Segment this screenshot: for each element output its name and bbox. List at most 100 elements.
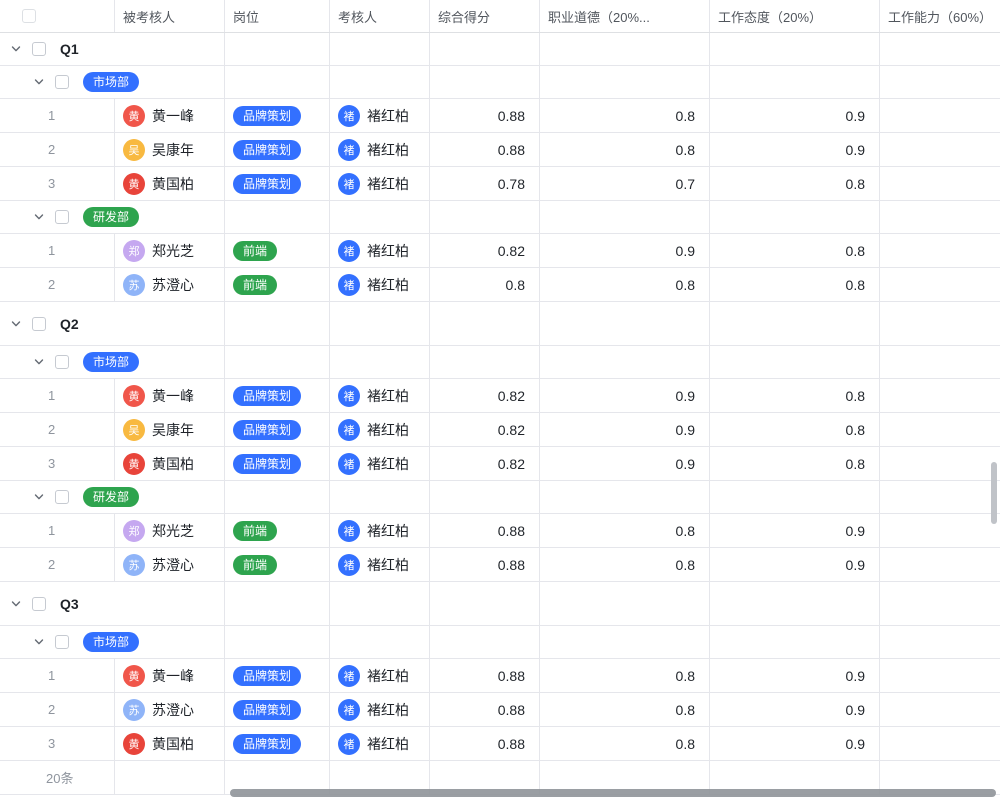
chevron-down-icon[interactable]	[33, 491, 45, 503]
position-cell: 品牌策划	[225, 693, 330, 726]
row-checkbox[interactable]	[32, 42, 46, 56]
row-index-cell: 1	[0, 514, 115, 547]
table-row[interactable]: 1郑郑光芝前端褚褚红柏0.880.80.9	[0, 514, 1000, 548]
empty-cell	[540, 33, 710, 65]
chevron-down-icon[interactable]	[10, 318, 22, 330]
ability-cell	[880, 167, 1000, 200]
row-checkbox[interactable]	[32, 317, 46, 331]
assessee-cell: 苏苏澄心	[115, 693, 225, 726]
row-index: 1	[8, 243, 55, 258]
table-row[interactable]: 2吴吴康年品牌策划褚褚红柏0.820.90.8	[0, 413, 1000, 447]
group-cell: 市场部	[0, 346, 225, 378]
empty-cell	[225, 66, 330, 98]
table-row[interactable]: 3黄黄国柏品牌策划褚褚红柏0.820.90.8	[0, 447, 1000, 481]
header-cell-score[interactable]: 综合得分	[430, 0, 540, 32]
table-row[interactable]: 2吴吴康年品牌策划褚褚红柏0.880.80.9	[0, 133, 1000, 167]
empty-cell	[225, 33, 330, 65]
row-index-cell: 2	[0, 133, 115, 166]
header-cell-ability[interactable]: 工作能力（60%）	[880, 0, 1000, 32]
empty-cell	[330, 302, 430, 345]
assessor-name: 褚红柏	[367, 734, 409, 754]
row-checkbox[interactable]	[55, 210, 69, 224]
chevron-down-icon[interactable]	[33, 636, 45, 648]
assessor-name: 褚红柏	[367, 140, 409, 160]
assessee-cell: 黄黄一峰	[115, 99, 225, 132]
header-cell-position[interactable]: 岗位	[225, 0, 330, 32]
score-cell: 0.88	[430, 693, 540, 726]
row-checkbox[interactable]	[55, 75, 69, 89]
assessee-name: 黄一峰	[152, 666, 194, 686]
position-badge: 前端	[233, 555, 277, 575]
assessee-cell: 黄黄国柏	[115, 447, 225, 480]
empty-cell	[710, 66, 880, 98]
attitude-cell: 0.8	[710, 413, 880, 446]
row-index-cell: 1	[0, 234, 115, 267]
table-row[interactable]: 1郑郑光芝前端褚褚红柏0.820.90.8	[0, 234, 1000, 268]
score-cell: 0.78	[430, 167, 540, 200]
empty-cell	[880, 302, 1000, 345]
avatar: 褚	[338, 274, 360, 296]
empty-cell	[880, 582, 1000, 625]
empty-cell	[225, 481, 330, 513]
chevron-down-icon[interactable]	[33, 356, 45, 368]
row-checkbox[interactable]	[55, 635, 69, 649]
position-badge: 前端	[233, 275, 277, 295]
empty-cell	[880, 66, 1000, 98]
avatar: 褚	[338, 665, 360, 687]
table-row[interactable]: 1黄黄一峰品牌策划褚褚红柏0.880.80.9	[0, 659, 1000, 693]
empty-cell	[540, 346, 710, 378]
avatar: 褚	[338, 419, 360, 441]
assessee-cell: 黄黄国柏	[115, 167, 225, 200]
chevron-down-icon[interactable]	[10, 43, 22, 55]
header-cell-ethics[interactable]: 职业道德（20%...	[540, 0, 710, 32]
column-label: 被考核人	[123, 7, 175, 26]
table-row[interactable]: 2苏苏澄心前端褚褚红柏0.880.80.9	[0, 548, 1000, 582]
row-index: 3	[8, 456, 55, 471]
ethics-cell: 0.7	[540, 167, 710, 200]
group-row-dept: 研发部	[0, 481, 1000, 514]
chevron-down-icon[interactable]	[10, 598, 22, 610]
group-cell: 市场部	[0, 66, 225, 98]
horizontal-scrollbar[interactable]	[230, 789, 996, 797]
assessee-cell: 苏苏澄心	[115, 268, 225, 301]
ability-cell	[880, 234, 1000, 267]
assessor-cell: 褚褚红柏	[330, 379, 430, 412]
chevron-down-icon[interactable]	[33, 76, 45, 88]
header-cell-attitude[interactable]: 工作态度（20%）	[710, 0, 880, 32]
empty-cell	[330, 626, 430, 658]
row-index: 1	[8, 523, 55, 538]
avatar: 褚	[338, 385, 360, 407]
row-checkbox[interactable]	[55, 490, 69, 504]
position-badge: 品牌策划	[233, 666, 301, 686]
row-index: 3	[8, 176, 55, 191]
assessor-name: 褚红柏	[367, 174, 409, 194]
header-cell-assessor[interactable]: 考核人	[330, 0, 430, 32]
header-cell-assessee[interactable]: 被考核人	[115, 0, 225, 32]
empty-cell	[330, 33, 430, 65]
row-checkbox[interactable]	[55, 355, 69, 369]
avatar: 褚	[338, 139, 360, 161]
table-row[interactable]: 1黄黄一峰品牌策划褚褚红柏0.820.90.8	[0, 379, 1000, 413]
group-row-quarter: Q2	[0, 302, 1000, 346]
group-label: Q2	[60, 316, 79, 332]
assessee-cell: 郑郑光芝	[115, 234, 225, 267]
select-all-checkbox[interactable]	[22, 9, 36, 23]
avatar: 黄	[123, 665, 145, 687]
ability-cell	[880, 133, 1000, 166]
row-checkbox[interactable]	[32, 597, 46, 611]
chevron-down-icon[interactable]	[33, 211, 45, 223]
vertical-scrollbar[interactable]	[991, 462, 997, 524]
table-row[interactable]: 2苏苏澄心前端褚褚红柏0.80.80.8	[0, 268, 1000, 302]
ability-cell	[880, 379, 1000, 412]
table-row[interactable]: 2苏苏澄心品牌策划褚褚红柏0.880.80.9	[0, 693, 1000, 727]
empty-cell	[710, 302, 880, 345]
record-count-cell: 20条	[0, 761, 115, 794]
avatar: 苏	[123, 699, 145, 721]
table-row[interactable]: 1黄黄一峰品牌策划褚褚红柏0.880.80.9	[0, 99, 1000, 133]
row-index-cell: 3	[0, 727, 115, 760]
table-row[interactable]: 3黄黄国柏品牌策划褚褚红柏0.880.80.9	[0, 727, 1000, 761]
assessee-name: 苏澄心	[152, 555, 194, 575]
table-row[interactable]: 3黄黄国柏品牌策划褚褚红柏0.780.70.8	[0, 167, 1000, 201]
ethics-cell: 0.8	[540, 133, 710, 166]
attitude-cell: 0.9	[710, 514, 880, 547]
